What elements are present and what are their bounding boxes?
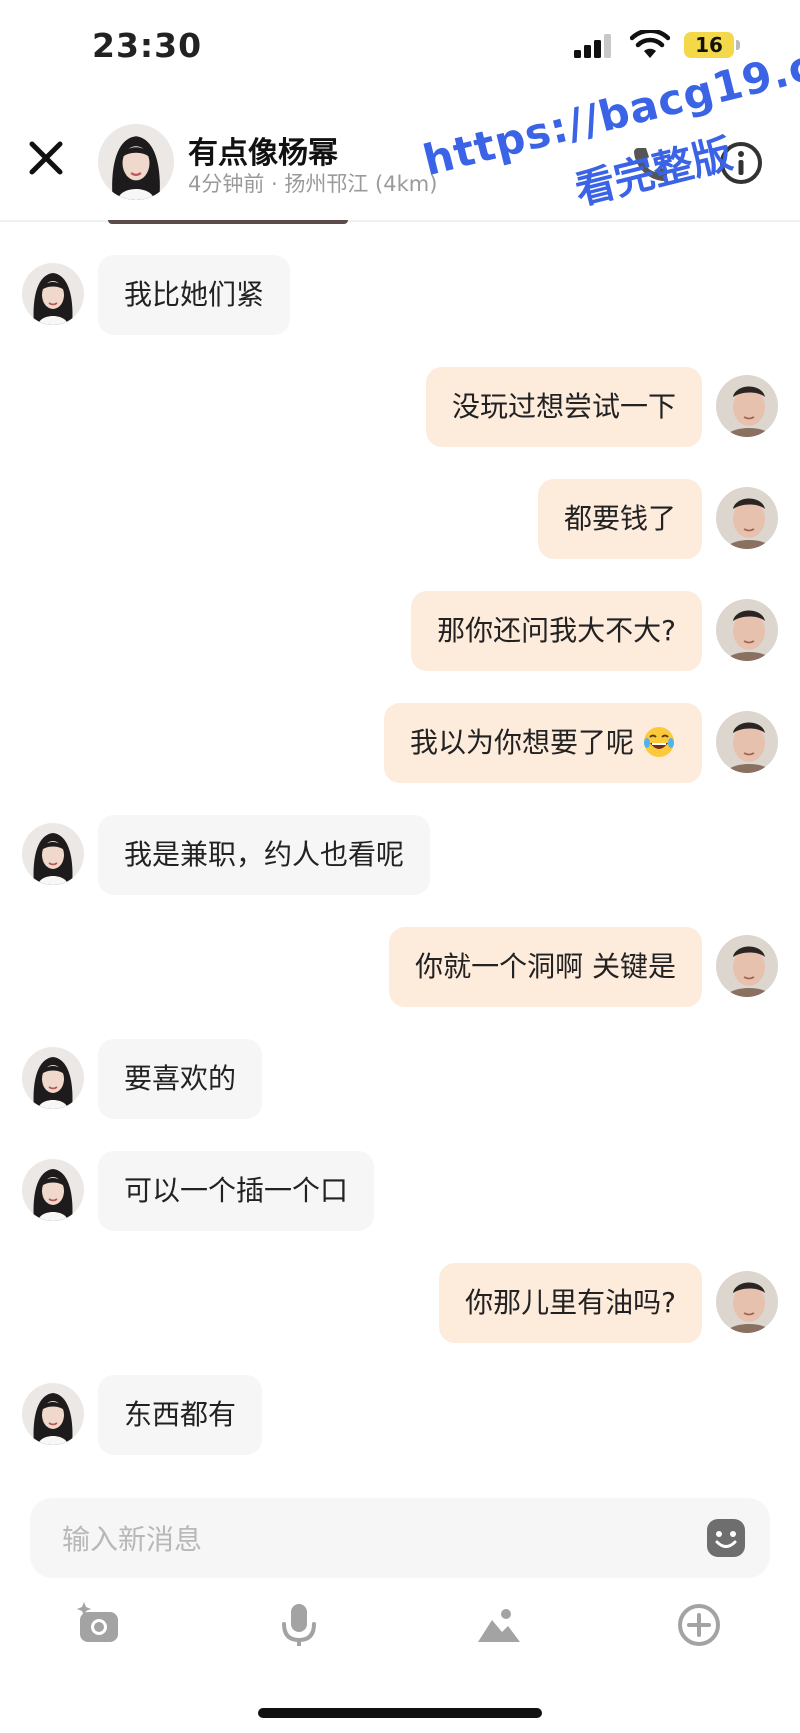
message-row: 我比她们紧 <box>0 255 800 335</box>
image-icon[interactable] <box>474 1600 524 1650</box>
my-avatar[interactable] <box>716 711 778 773</box>
sender-avatar[interactable] <box>22 1159 84 1221</box>
wifi-icon <box>630 30 670 58</box>
my-avatar[interactable] <box>716 935 778 997</box>
my-avatar[interactable] <box>716 487 778 549</box>
chat-toolbar <box>0 1600 800 1660</box>
received-message-bubble[interactable]: 可以一个插一个口 <box>98 1151 375 1231</box>
phone-icon[interactable] <box>630 144 670 184</box>
camera-sparkle-icon[interactable] <box>76 1600 126 1650</box>
message-input[interactable] <box>60 1498 684 1580</box>
contact-avatar[interactable] <box>98 124 174 200</box>
message-input-bar <box>30 1498 770 1580</box>
chat-header: 有点像杨幂 4分钟前 · 扬州邗江 (4km) <box>0 110 800 222</box>
message-row: 可以一个插一个口 <box>0 1151 800 1231</box>
my-avatar[interactable] <box>716 375 778 437</box>
microphone-icon[interactable] <box>274 1600 324 1650</box>
laughing-tears-emoji-icon <box>644 727 674 757</box>
sender-avatar[interactable] <box>22 1047 84 1109</box>
message-row: 我是兼职，约人也看呢 <box>0 815 800 895</box>
message-row: 没玩过想尝试一下 <box>0 367 800 447</box>
my-avatar[interactable] <box>716 1271 778 1333</box>
battery-level: 16 <box>695 33 723 57</box>
message-row: 那你还问我大不大? <box>0 591 800 671</box>
message-row: 你就一个洞啊 关键是 <box>0 927 800 1007</box>
status-time: 23:30 <box>92 26 203 65</box>
sent-message-bubble[interactable]: 你就一个洞啊 关键是 <box>389 927 702 1007</box>
message-text: 我以为你想要了呢 <box>409 726 634 759</box>
sticker-icon[interactable] <box>706 1518 746 1558</box>
message-row: 都要钱了 <box>0 479 800 559</box>
sent-message-bubble[interactable]: 没玩过想尝试一下 <box>425 367 702 447</box>
sender-avatar[interactable] <box>22 823 84 885</box>
clipped-image-message[interactable] <box>108 220 348 224</box>
sender-avatar[interactable] <box>22 263 84 325</box>
message-row: 你那儿里有油吗? <box>0 1263 800 1343</box>
close-icon[interactable] <box>26 138 66 178</box>
contact-name: 有点像杨幂 <box>188 136 338 171</box>
plus-circle-icon[interactable] <box>674 1600 724 1650</box>
received-message-bubble[interactable]: 要喜欢的 <box>98 1039 263 1119</box>
home-indicator[interactable] <box>258 1708 542 1718</box>
sent-message-bubble[interactable]: 你那儿里有油吗? <box>439 1263 702 1343</box>
received-message-bubble[interactable]: 东西都有 <box>98 1375 263 1455</box>
status-bar: 23:30 16 <box>0 0 800 100</box>
battery-tip <box>736 40 740 50</box>
message-row: 我以为你想要了呢 <box>0 703 800 783</box>
received-message-bubble[interactable]: 我是兼职，约人也看呢 <box>98 815 431 895</box>
sent-message-bubble[interactable]: 我以为你想要了呢 <box>383 703 702 783</box>
my-avatar[interactable] <box>716 599 778 661</box>
contact-last-seen-location: 4分钟前 · 扬州邗江 (4km) <box>188 172 438 196</box>
sender-avatar[interactable] <box>22 1383 84 1445</box>
battery-icon: 16 <box>684 32 734 58</box>
message-row: 东西都有 <box>0 1375 800 1455</box>
received-message-bubble[interactable]: 我比她们紧 <box>98 255 291 335</box>
signal-icon <box>574 34 611 58</box>
sent-message-bubble[interactable]: 那你还问我大不大? <box>411 591 702 671</box>
sent-message-bubble[interactable]: 都要钱了 <box>537 479 702 559</box>
info-icon[interactable] <box>718 140 764 186</box>
message-row: 要喜欢的 <box>0 1039 800 1119</box>
